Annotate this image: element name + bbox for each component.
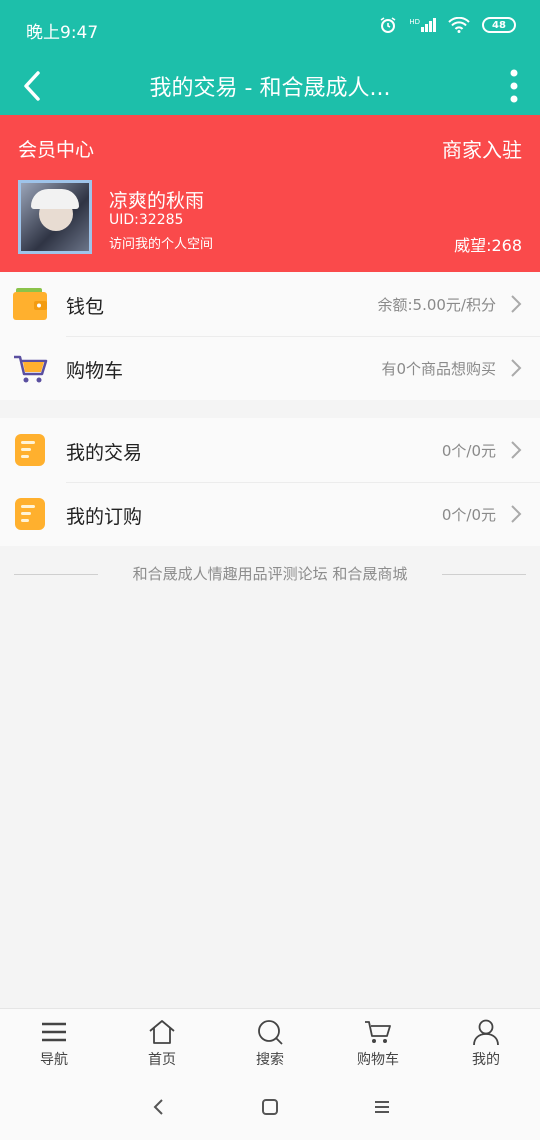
- signal-hd-label: HD: [409, 18, 420, 26]
- my-orders-label: 我的订购: [66, 506, 143, 528]
- member-center-label[interactable]: 会员中心: [18, 135, 94, 162]
- system-recents-icon[interactable]: [373, 1098, 391, 1116]
- cart-label: 购物车: [66, 360, 124, 382]
- footer-divider-left: [14, 574, 98, 575]
- nav-item-home[interactable]: 首页: [108, 1009, 216, 1078]
- member-card: 会员中心 商家入驻 凉爽的秋雨 UID:32285 访问我的个人空间 威望:26…: [0, 115, 540, 272]
- battery-icon: 48: [482, 17, 516, 33]
- cart-outline-icon: [365, 1021, 391, 1043]
- wifi-icon: [448, 17, 470, 33]
- app-header: 我的交易 - 和合晟成人...: [0, 57, 540, 115]
- search-icon: [258, 1020, 283, 1045]
- nav-home-label: 首页: [148, 1052, 176, 1068]
- username[interactable]: 凉爽的秋雨: [109, 186, 204, 213]
- user-icon: [473, 1019, 499, 1045]
- footer-divider-right: [442, 574, 526, 575]
- chevron-right-icon: [511, 359, 522, 377]
- nav-item-cart[interactable]: 购物车: [324, 1009, 432, 1078]
- nav-item-mine[interactable]: 我的: [432, 1009, 540, 1078]
- home-icon: [149, 1020, 175, 1044]
- list-item-my-orders[interactable]: 我的订购 0个/0元: [0, 482, 540, 546]
- cart-icon: [14, 355, 48, 383]
- wallet-balance: 余额:5.00元/积分: [377, 296, 496, 314]
- system-back-icon[interactable]: [152, 1098, 166, 1116]
- document-icon: [15, 498, 45, 530]
- nav-item-search[interactable]: 搜索: [216, 1009, 324, 1078]
- back-arrow-icon[interactable]: [18, 69, 48, 103]
- footer-text[interactable]: 和合晟成人情趣用品评测论坛 和合晟商城: [100, 563, 440, 584]
- page-title: 我的交易 - 和合晟成人...: [149, 76, 391, 101]
- wallet-icon: [13, 288, 47, 320]
- nav-cart-label: 购物车: [357, 1052, 399, 1068]
- avatar[interactable]: [18, 180, 92, 254]
- nav-mine-label: 我的: [472, 1052, 500, 1068]
- status-icons: HD 48: [379, 16, 516, 34]
- nav-menu-label: 导航: [40, 1052, 68, 1068]
- system-nav-bar: [0, 1078, 540, 1140]
- menu-icon: [42, 1022, 66, 1042]
- my-trades-value: 0个/0元: [441, 442, 496, 460]
- wallet-label: 钱包: [66, 296, 105, 318]
- list-item-my-trades[interactable]: 我的交易 0个/0元: [0, 418, 540, 482]
- alarm-icon: [380, 17, 396, 33]
- status-time: 晚上9:47: [26, 23, 99, 43]
- account-list: 钱包 余额:5.00元/积分 购物车 有0个商品想购买: [0, 272, 540, 400]
- signal-icon: HD: [409, 18, 436, 32]
- chevron-right-icon: [511, 295, 522, 313]
- system-home-icon[interactable]: [261, 1098, 279, 1116]
- status-bar: 晚上9:47 HD 48: [0, 0, 540, 57]
- prestige-value: 威望:268: [454, 236, 522, 255]
- list-item-wallet[interactable]: 钱包 余额:5.00元/积分: [0, 272, 540, 336]
- bottom-nav: 导航 首页 搜索 购物车 我的: [0, 1008, 540, 1078]
- cart-count: 有0个商品想购买: [381, 360, 496, 378]
- user-uid: UID:32285: [109, 212, 184, 228]
- my-orders-value: 0个/0元: [441, 506, 496, 524]
- more-options-icon[interactable]: [504, 67, 524, 105]
- chevron-right-icon: [511, 505, 522, 523]
- merchant-join-link[interactable]: 商家入驻: [442, 134, 522, 163]
- visit-space-link[interactable]: 访问我的个人空间: [109, 233, 213, 252]
- nav-item-menu[interactable]: 导航: [0, 1009, 108, 1078]
- my-trades-label: 我的交易: [66, 442, 143, 464]
- list-item-cart[interactable]: 购物车 有0个商品想购买: [0, 336, 540, 400]
- chevron-right-icon: [511, 441, 522, 459]
- document-icon: [15, 434, 45, 466]
- trade-list: 我的交易 0个/0元 我的订购 0个/0元: [0, 418, 540, 546]
- avatar-hat: [31, 189, 79, 209]
- site-footer: 和合晟成人情趣用品评测论坛 和合晟商城: [0, 563, 540, 587]
- nav-search-label: 搜索: [256, 1052, 284, 1068]
